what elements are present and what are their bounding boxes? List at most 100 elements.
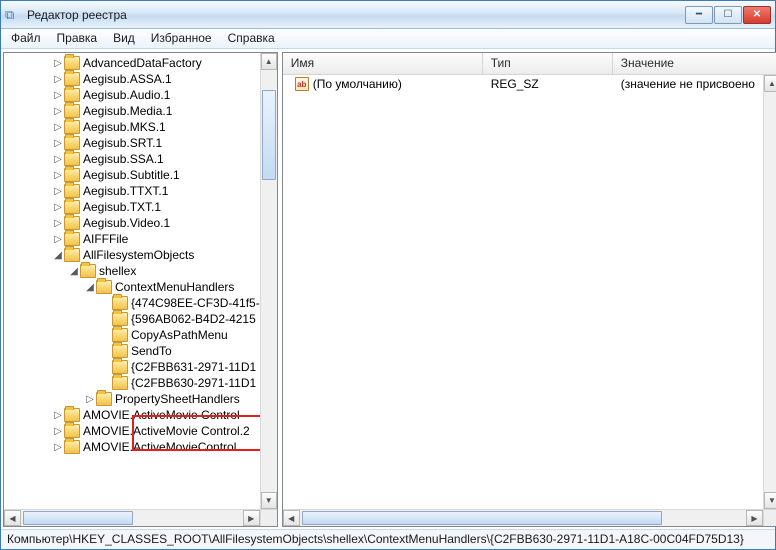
scroll-thumb[interactable] bbox=[23, 511, 133, 525]
expand-icon[interactable]: ▷ bbox=[52, 138, 64, 149]
app-icon: ⧉ bbox=[5, 7, 21, 23]
menu-favorites[interactable]: Избранное bbox=[143, 29, 220, 48]
scroll-down-button[interactable]: ▼ bbox=[261, 492, 277, 509]
scroll-up-button[interactable]: ▲ bbox=[764, 75, 776, 92]
tree-item-label: Aegisub.Subtitle.1 bbox=[83, 168, 180, 182]
expand-icon[interactable]: ▷ bbox=[52, 426, 64, 437]
tree-item-label: PropertySheetHandlers bbox=[115, 392, 240, 406]
tree-item[interactable]: ▷ AMOVIE.ActiveMovie Control.2 bbox=[4, 423, 260, 439]
expand-icon[interactable]: ▷ bbox=[52, 410, 64, 421]
folder-icon bbox=[64, 72, 80, 86]
tree-item[interactable]: {596AB062-B4D2-4215 bbox=[4, 311, 260, 327]
expand-icon[interactable]: ◢ bbox=[84, 282, 96, 293]
tree-item[interactable]: ▷ Aegisub.MKS.1 bbox=[4, 119, 260, 135]
expand-icon[interactable]: ▷ bbox=[52, 90, 64, 101]
expand-icon[interactable]: ▷ bbox=[52, 218, 64, 229]
tree-vscroll[interactable]: ▲ ▼ bbox=[260, 53, 277, 509]
folder-icon bbox=[96, 280, 112, 294]
close-button[interactable]: ✕ bbox=[743, 6, 771, 24]
tree-item[interactable]: ▷ Aegisub.SSA.1 bbox=[4, 151, 260, 167]
menu-file[interactable]: Файл bbox=[3, 29, 49, 48]
folder-icon bbox=[64, 440, 80, 454]
list-hscroll[interactable]: ◀ ▶ bbox=[283, 509, 776, 526]
tree-item-label: Aegisub.SSA.1 bbox=[83, 152, 164, 166]
expand-icon[interactable]: ▷ bbox=[52, 202, 64, 213]
expand-icon[interactable]: ▷ bbox=[52, 74, 64, 85]
expand-icon[interactable]: ▷ bbox=[52, 186, 64, 197]
tree-item-label: ContextMenuHandlers bbox=[115, 280, 234, 294]
folder-icon bbox=[64, 168, 80, 182]
expand-icon[interactable]: ▷ bbox=[52, 170, 64, 181]
tree-item-label: CopyAsPathMenu bbox=[131, 328, 228, 342]
tree-item[interactable]: SendTo bbox=[4, 343, 260, 359]
value-data: (значение не присвоено bbox=[613, 76, 763, 92]
tree-item[interactable]: ▷Aegisub.ASSA.1 bbox=[4, 71, 260, 87]
expand-icon[interactable]: ▷ bbox=[52, 106, 64, 117]
scroll-right-button[interactable]: ▶ bbox=[746, 510, 763, 526]
folder-icon bbox=[64, 104, 80, 118]
expand-icon[interactable]: ▷ bbox=[52, 58, 64, 69]
minimize-button[interactable]: ━ bbox=[685, 6, 713, 24]
tree-item-label: {474C98EE-CF3D-41f5- bbox=[131, 296, 260, 310]
status-bar: Компьютер\HKEY_CLASSES_ROOT\AllFilesyste… bbox=[1, 529, 775, 549]
tree-item-label: AdvancedDataFactory bbox=[83, 56, 202, 70]
tree-item[interactable]: ▷ Aegisub.Subtitle.1 bbox=[4, 167, 260, 183]
tree-hscroll[interactable]: ◀ ▶ bbox=[4, 509, 277, 526]
col-type[interactable]: Тип bbox=[483, 53, 613, 74]
expand-icon[interactable]: ▷ bbox=[52, 154, 64, 165]
tree-item[interactable]: ▷ AIFFFile bbox=[4, 231, 260, 247]
tree-item[interactable]: ▷Aegisub.SRT.1 bbox=[4, 135, 260, 151]
expand-icon[interactable]: ◢ bbox=[68, 266, 80, 277]
tree-item-label: {596AB062-B4D2-4215 bbox=[131, 312, 256, 326]
tree-item[interactable]: ▷Aegisub.Audio.1 bbox=[4, 87, 260, 103]
scroll-down-button[interactable]: ▼ bbox=[764, 492, 776, 509]
scroll-left-button[interactable]: ◀ bbox=[283, 510, 300, 526]
folder-icon bbox=[112, 376, 128, 390]
tree-item-label: AllFilesystemObjects bbox=[83, 248, 194, 262]
expand-icon[interactable]: ▷ bbox=[52, 442, 64, 453]
tree-item[interactable]: ▷Aegisub.Video.1 bbox=[4, 215, 260, 231]
list-row[interactable]: ab(По умолчанию)REG_SZ(значение не присв… bbox=[283, 75, 763, 93]
registry-tree[interactable]: ▷AdvancedDataFactory▷Aegisub.ASSA.1▷Aegi… bbox=[4, 53, 260, 509]
expand-icon[interactable]: ◢ bbox=[52, 250, 64, 261]
menu-edit[interactable]: Правка bbox=[49, 29, 106, 48]
col-value[interactable]: Значение bbox=[613, 53, 776, 74]
tree-item[interactable]: ◢ shellex bbox=[4, 263, 260, 279]
folder-icon bbox=[64, 216, 80, 230]
col-name[interactable]: Имя bbox=[283, 53, 483, 74]
string-value-icon: ab bbox=[295, 77, 309, 91]
tree-item[interactable]: ▷ AdvancedDataFactory bbox=[4, 55, 260, 71]
tree-item[interactable]: CopyAsPathMenu bbox=[4, 327, 260, 343]
tree-item[interactable]: ▷Aegisub.TXT.1 bbox=[4, 199, 260, 215]
tree-item[interactable]: ◢ ContextMenuHandlers bbox=[4, 279, 260, 295]
expand-icon[interactable]: ▷ bbox=[84, 394, 96, 405]
tree-item[interactable]: ▷ PropertySheetHandlers bbox=[4, 391, 260, 407]
tree-item-label: AIFFFile bbox=[83, 232, 128, 246]
tree-item[interactable]: {C2FBB631-2971-11D1 bbox=[4, 359, 260, 375]
tree-item[interactable]: {C2FBB630-2971-11D1 bbox=[4, 375, 260, 391]
expand-icon[interactable]: ▷ bbox=[52, 122, 64, 133]
tree-item[interactable]: {474C98EE-CF3D-41f5- bbox=[4, 295, 260, 311]
tree-item-label: AMOVIE.ActiveMovie Control.2 bbox=[83, 424, 250, 438]
scroll-up-button[interactable]: ▲ bbox=[261, 53, 277, 70]
list-vscroll[interactable]: ▲ ▼ bbox=[763, 75, 776, 509]
folder-icon bbox=[64, 424, 80, 438]
scroll-left-button[interactable]: ◀ bbox=[4, 510, 21, 526]
scroll-thumb[interactable] bbox=[262, 90, 276, 180]
tree-item[interactable]: ▷Aegisub.Media.1 bbox=[4, 103, 260, 119]
scroll-thumb[interactable] bbox=[302, 511, 662, 525]
expand-icon[interactable]: ▷ bbox=[52, 234, 64, 245]
tree-item-label: shellex bbox=[99, 264, 136, 278]
maximize-button[interactable]: ☐ bbox=[714, 6, 742, 24]
tree-item[interactable]: ◢ AllFilesystemObjects bbox=[4, 247, 260, 263]
menu-help[interactable]: Справка bbox=[220, 29, 283, 48]
value-list[interactable]: ab(По умолчанию)REG_SZ(значение не присв… bbox=[283, 75, 763, 509]
menu-view[interactable]: Вид bbox=[105, 29, 143, 48]
scroll-right-button[interactable]: ▶ bbox=[243, 510, 260, 526]
folder-icon bbox=[112, 360, 128, 374]
tree-item[interactable]: ▷AMOVIE.ActiveMovie Control bbox=[4, 407, 260, 423]
tree-item[interactable]: ▷AMOVIE.ActiveMovieControl bbox=[4, 439, 260, 455]
folder-icon bbox=[64, 232, 80, 246]
tree-item[interactable]: ▷Aegisub.TTXT.1 bbox=[4, 183, 260, 199]
tree-item-label: Aegisub.MKS.1 bbox=[83, 120, 166, 134]
